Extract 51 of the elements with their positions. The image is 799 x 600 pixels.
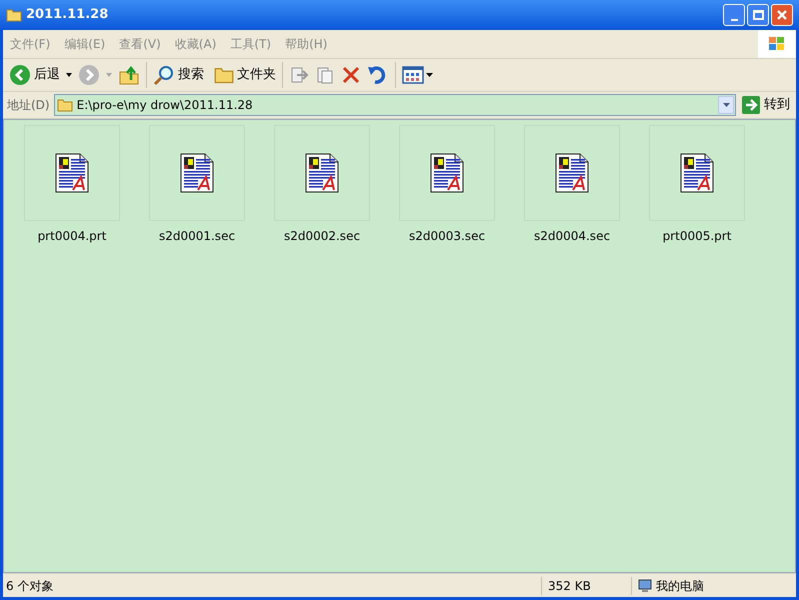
file-item[interactable]: prt0005.prt	[649, 125, 745, 245]
delete-icon[interactable]	[341, 65, 361, 85]
back-button[interactable]: 后退	[9, 64, 60, 86]
file-item[interactable]: prt0004.prt	[24, 125, 120, 245]
folder-icon	[214, 66, 234, 84]
search-button[interactable]: 搜索	[153, 64, 204, 86]
file-name: s2d0004.sec	[534, 228, 610, 245]
address-field[interactable]: E:\pro-e\my drow\2011.11.28	[54, 94, 736, 116]
total-size: 352 KB	[541, 576, 631, 594]
drawing-file-icon	[305, 153, 339, 193]
file-item[interactable]: s2d0003.sec	[399, 125, 495, 245]
drawing-file-icon	[180, 153, 214, 193]
location-label: 我的电脑	[656, 578, 704, 594]
drawing-file-icon	[680, 153, 714, 193]
close-button[interactable]	[771, 4, 793, 26]
close-icon	[776, 9, 788, 21]
drawing-file-icon	[55, 153, 89, 193]
file-name: s2d0003.sec	[408, 228, 486, 245]
folder-up-icon[interactable]	[118, 64, 140, 86]
minimize-button[interactable]	[723, 4, 745, 26]
dropdown-arrow-icon	[106, 73, 112, 77]
search-icon	[153, 64, 175, 86]
go-arrow-icon	[742, 96, 760, 114]
caret-icon	[426, 73, 433, 77]
views-icon	[402, 66, 424, 84]
computer-icon	[638, 578, 652, 592]
file-item[interactable]: s2d0001.sec	[149, 125, 245, 245]
address-label: 地址(D)	[7, 97, 50, 114]
go-button[interactable]: 转到	[740, 95, 792, 115]
maximize-button[interactable]	[747, 4, 769, 26]
drawing-file-icon	[555, 153, 589, 193]
folders-button[interactable]: 文件夹	[214, 65, 276, 85]
dropdown-button[interactable]	[718, 96, 734, 114]
views-button[interactable]	[402, 66, 433, 84]
copy-to-icon[interactable]	[315, 65, 335, 85]
file-name: s2d0002.sec	[284, 228, 360, 245]
window-title: 2011.11.28	[26, 6, 110, 24]
forward-button-icon[interactable]	[78, 64, 100, 86]
file-name: prt0005.prt	[662, 228, 732, 245]
dropdown-arrow-icon[interactable]	[66, 73, 72, 77]
caret-icon	[722, 103, 730, 107]
windows-logo	[758, 30, 796, 58]
drawing-file-icon	[430, 153, 464, 193]
move-to-icon[interactable]	[289, 65, 309, 85]
file-item[interactable]: s2d0004.sec	[524, 125, 620, 245]
folder-icon	[56, 98, 73, 112]
file-item[interactable]: s2d0002.sec	[274, 125, 370, 245]
file-name: prt0004.prt	[38, 228, 106, 245]
file-name: s2d0001.sec	[158, 228, 236, 245]
folder-icon	[6, 8, 22, 22]
object-count: 6 个对象	[5, 578, 54, 594]
